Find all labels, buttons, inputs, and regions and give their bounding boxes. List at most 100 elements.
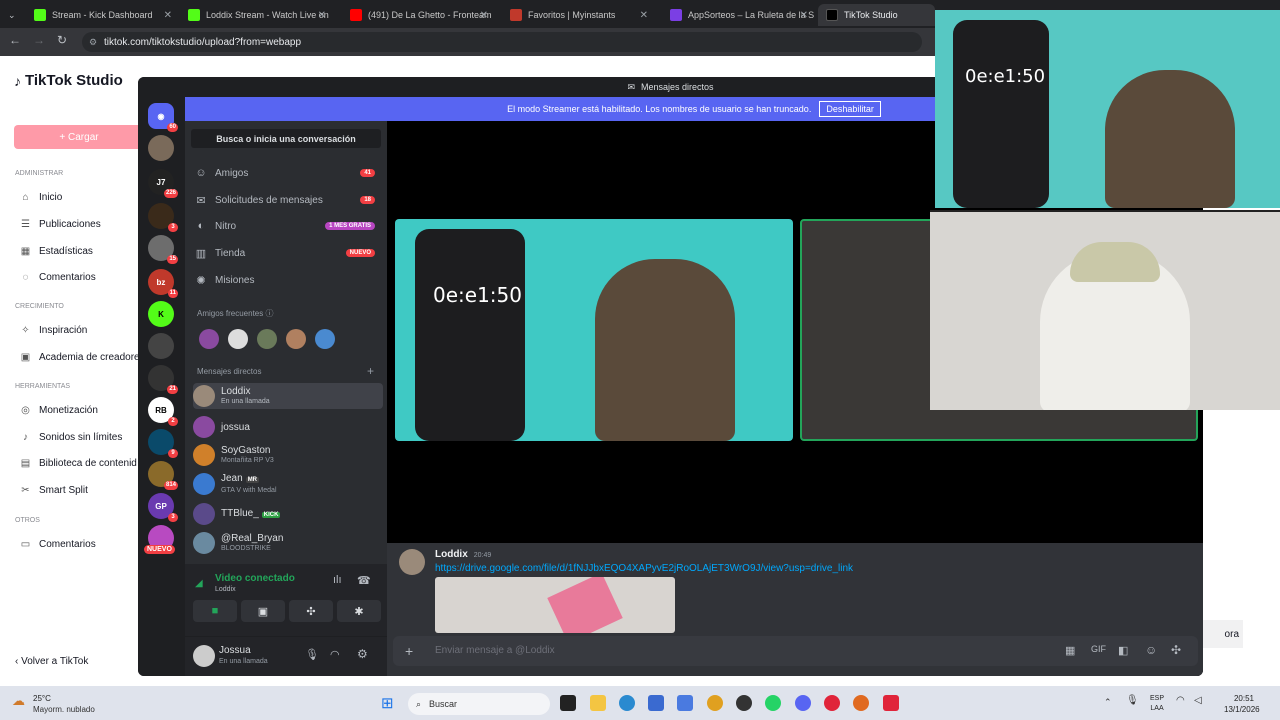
close-icon[interactable]: ✕ [480,10,488,21]
nav-publicaciones[interactable]: ☰ Publicaciones [20,219,101,230]
avatar[interactable] [199,329,219,349]
avatar[interactable] [257,329,277,349]
server-icon[interactable]: 814 [148,461,178,490]
discord-taskbar-icon[interactable] [795,695,811,711]
nav-estadisticas[interactable]: ▦ Estadísticas [20,246,93,257]
volume-icon[interactable]: ◁ [1194,695,1202,706]
disable-streamer-button[interactable]: Deshabilitar [819,101,881,117]
nav-comentarios[interactable]: ◌ Comentarios [20,272,96,283]
microphone-icon[interactable]: 🎙 [1126,695,1139,706]
server-icon[interactable]: GP 3 [148,493,178,522]
nav-nitro[interactable]: ◐ Nitro 1 MES GRATIS [195,215,377,237]
nav-monetizacion[interactable]: ◎ Monetización [20,405,98,416]
sticker-icon[interactable]: ◧ [1118,644,1128,657]
nav-quests[interactable]: ✺ Misiones [195,269,377,291]
nav-inicio[interactable]: ⌂ Inicio [20,192,62,203]
reload-icon[interactable]: ↻ [57,33,67,47]
avatar[interactable] [193,645,215,667]
obs-icon[interactable] [736,695,752,711]
soundboard-button[interactable]: ✱ [337,600,381,622]
whatsapp-icon[interactable] [765,695,781,711]
dm-item-soygaston[interactable]: SoyGaston Montañita RP V3 [193,442,383,468]
dm-item-real-bryan[interactable]: @Real_Bryan BLOODSTRIKE [193,530,383,556]
avatar[interactable] [399,549,425,575]
server-icon[interactable] [148,135,174,161]
edge-icon[interactable] [619,695,635,711]
opera-icon[interactable] [824,695,840,711]
language-indicator[interactable]: ESP LAA [1150,694,1164,714]
message-author[interactable]: Loddix [435,549,468,560]
disconnect-icon[interactable]: ☎ [357,574,371,587]
server-icon[interactable]: J7 226 [148,169,178,198]
kick-server-icon[interactable]: K [148,301,174,327]
add-attachment-icon[interactable]: + [405,643,413,659]
camera-button[interactable]: ■ [193,600,237,622]
chevron-up-icon[interactable]: ⌃ [1104,697,1112,708]
gif-icon[interactable]: GIF [1091,644,1106,654]
drive-link[interactable]: https://drive.google.com/file/d/1fNJJbxE… [435,563,853,574]
close-icon[interactable]: ✕ [800,10,808,21]
tab-kick-dashboard[interactable]: Stream - Kick Dashboard ✕ [26,4,178,26]
activities-button[interactable]: ✣ [289,600,333,622]
tab-appsorteos[interactable]: AppSorteos – La Ruleta de la S ✕ [662,4,814,26]
server-icon[interactable]: 9 [148,429,178,458]
nav-comentarios-otros[interactable]: ▭ Comentarios [20,539,96,550]
windows-start-icon[interactable]: ⊞ [381,694,394,712]
site-info-icon[interactable]: ⚙ [89,37,97,48]
back-icon[interactable]: ← [9,33,21,47]
dm-item-ttblue[interactable]: TTBlue_ KICK [193,501,383,527]
add-dm-icon[interactable]: + [367,364,374,378]
gift-icon[interactable]: ▦ [1065,644,1075,657]
clock[interactable]: 20:51 13/1/2026 [1224,693,1260,715]
tiktok-studio-logo[interactable]: ♪ TikTok Studio [14,72,123,89]
tab-tiktok-studio[interactable]: TikTok Studio [818,4,935,26]
nav-friends[interactable]: ☺ Amigos 41 [195,162,377,184]
nav-shop[interactable]: ▥ Tienda NUEVO [195,242,377,264]
discord-home-icon[interactable]: ◉ 60 [148,103,178,132]
firefox-icon[interactable] [853,695,869,711]
app-icon[interactable] [883,695,899,711]
back-to-tiktok-link[interactable]: ‹ Volver a TikTok [15,656,88,667]
nav-smart-split[interactable]: ✂ Smart Split [20,485,88,496]
server-icon[interactable]: 21 [148,365,178,394]
forward-icon[interactable]: → [33,33,45,47]
server-icon[interactable]: 15 [148,235,178,264]
file-explorer-icon[interactable] [590,695,606,711]
server-icon[interactable]: RB 2 [148,397,178,426]
nav-message-requests[interactable]: ✉ Solicitudes de mensajes 18 [195,189,377,211]
app-icon[interactable] [677,695,693,711]
nav-biblioteca[interactable]: ▤ Biblioteca de contenid [20,458,137,469]
server-icon[interactable] [148,333,174,359]
wifi-icon[interactable]: ◠ [1176,695,1185,706]
message-input[interactable]: + Enviar mensaje a @Loddix ▦ GIF ◧ ☺ ✣ [393,636,1198,666]
nav-academia[interactable]: ▣ Academia de creadore [20,352,140,363]
nav-sonidos[interactable]: ♪ Sonidos sin límites [20,432,122,443]
close-icon[interactable]: ✕ [164,10,172,21]
tiktok-right-button[interactable]: ora [1203,620,1243,648]
tab-loddix-stream[interactable]: Loddix Stream - Watch Live on ✕ [180,4,332,26]
server-icon[interactable]: bz 11 [148,269,178,298]
avatar[interactable] [315,329,335,349]
taskbar-search[interactable]: ⌕ Buscar [408,693,550,715]
headphones-icon[interactable]: ◠ [330,648,340,661]
nav-inspiracion[interactable]: ✧ Inspiración [20,325,87,336]
tab-search-button[interactable]: ⌄ [0,4,24,26]
avatar[interactable] [228,329,248,349]
dm-item-jossua[interactable]: jossua [193,414,383,440]
close-icon[interactable]: ✕ [640,10,648,21]
dm-item-loddix[interactable]: Loddix En una llamada [193,383,383,409]
noise-icon[interactable]: ılı [333,574,342,586]
settings-gear-icon[interactable]: ⚙ [357,647,368,661]
url-field[interactable]: ⚙ tiktok.com/tiktokstudio/upload?from=we… [82,32,922,52]
tab-youtube[interactable]: (491) De La Ghetto - Fronteam ✕ [342,4,494,26]
chrome-icon[interactable] [707,695,723,711]
close-icon[interactable]: ✕ [318,10,326,21]
dm-item-jean[interactable]: Jean MR GTA V with Medal [193,471,383,497]
video-tile-loddix[interactable]: 0e:e1:50 [395,219,793,441]
microphone-icon[interactable]: 🎙 [305,648,319,661]
embed-image[interactable] [435,577,675,633]
screenshare-button[interactable]: ▣ [241,600,285,622]
emoji-icon[interactable]: ☺ [1145,643,1157,657]
upload-button[interactable]: + Cargar [14,125,144,149]
conversation-search[interactable]: Busca o inicia una conversación [191,129,381,148]
